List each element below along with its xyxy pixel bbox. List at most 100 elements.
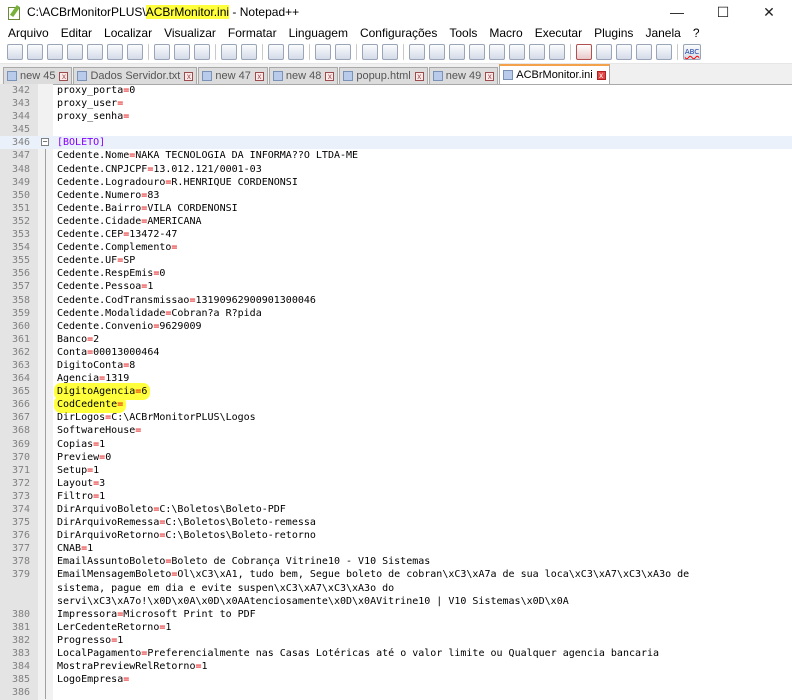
ini-key: LogoEmpresa xyxy=(57,674,124,686)
file-tab[interactable]: Dados Servidor.txt x xyxy=(73,67,198,84)
indent-guide-icon[interactable] xyxy=(449,44,465,60)
code-line: 366 CodCedente= xyxy=(0,398,792,412)
paste-icon[interactable] xyxy=(194,44,210,60)
doc-map-icon[interactable] xyxy=(489,44,505,60)
code-line: 363 DigitoConta=8 xyxy=(0,358,792,373)
ini-key: Cedente.Numero xyxy=(57,189,142,201)
tab-close-icon[interactable]: x xyxy=(485,71,495,81)
line-content: LocalPagamento=Preferencialmente nas Cas… xyxy=(53,647,792,660)
word-wrap-icon[interactable] xyxy=(409,44,425,60)
fold-marker xyxy=(38,149,53,163)
menu-item[interactable]: Macro xyxy=(483,26,528,40)
menu-item[interactable]: Visualizar xyxy=(158,26,222,40)
file-icon xyxy=(432,71,443,81)
toolbar-separator xyxy=(677,44,678,60)
zoom-in-icon[interactable] xyxy=(315,44,331,60)
code-line: 362 Conta=00013000464 xyxy=(0,345,792,359)
print-icon[interactable] xyxy=(127,44,143,60)
menu-item[interactable]: Linguagem xyxy=(283,26,354,40)
line-number: 362 xyxy=(11,346,30,358)
ini-value: R.HENRIQUE CORDENONSI xyxy=(171,176,298,188)
new-file-icon[interactable] xyxy=(7,44,23,60)
copy-icon[interactable] xyxy=(174,44,190,60)
tab-close-icon[interactable]: x xyxy=(325,71,335,81)
line-number: 374 xyxy=(11,504,30,515)
save-all-icon[interactable] xyxy=(67,44,83,60)
monitoring-icon[interactable] xyxy=(549,44,565,60)
file-tab[interactable]: popup.html x xyxy=(339,67,428,84)
ini-equals: = xyxy=(135,425,142,437)
menu-item[interactable]: Plugins xyxy=(588,26,639,40)
tab-close-icon[interactable]: x xyxy=(184,71,194,81)
stop-macro-icon[interactable] xyxy=(596,44,612,60)
menu-item[interactable]: Editar xyxy=(55,26,98,40)
redo-icon[interactable] xyxy=(241,44,257,60)
menu-item[interactable]: Tools xyxy=(443,26,483,40)
file-tab[interactable]: new 47 x xyxy=(198,67,268,84)
ini-key: Banco xyxy=(57,333,88,345)
maximize-button[interactable]: ☐ xyxy=(700,0,746,24)
line-content: Cedente.Modalidade=Cobran?a R?pida xyxy=(53,307,792,320)
replace-icon[interactable] xyxy=(288,44,304,60)
cut-icon[interactable] xyxy=(154,44,170,60)
menu-item[interactable]: Janela xyxy=(639,26,686,40)
line-content: DigitoAgencia=6 xyxy=(53,385,792,398)
record-macro-icon[interactable] xyxy=(576,44,592,60)
fold-marker[interactable]: − xyxy=(38,136,53,149)
minimize-button[interactable]: — xyxy=(654,0,700,24)
line-number: 366 xyxy=(11,399,30,411)
fold-toggle-icon[interactable]: − xyxy=(41,138,49,147)
fold-marker xyxy=(38,516,53,530)
play-macro-icon[interactable] xyxy=(616,44,632,60)
code-line: 384 MostraPreviewRelRetorno=1 xyxy=(0,660,792,674)
save-macro-icon[interactable] xyxy=(656,44,672,60)
fold-marker xyxy=(38,411,53,425)
tab-close-icon[interactable]: x xyxy=(59,71,69,81)
menu-item[interactable]: Arquivo xyxy=(0,26,55,40)
tab-close-icon[interactable]: x xyxy=(414,71,424,81)
file-tab[interactable]: ACBrMonitor.ini x xyxy=(499,64,610,84)
close-button[interactable]: ✕ xyxy=(746,0,792,24)
file-tab[interactable]: new 49 x xyxy=(428,67,499,84)
tab-label: new 47 xyxy=(215,70,251,82)
menu-item[interactable]: Configurações xyxy=(354,26,443,40)
function-list-icon[interactable] xyxy=(509,44,525,60)
run-macro-multiple-icon[interactable] xyxy=(636,44,652,60)
ini-value: AMERICANA xyxy=(147,215,202,227)
save-icon[interactable] xyxy=(47,44,63,60)
fold-marker xyxy=(38,293,53,307)
menu-item[interactable]: Executar xyxy=(529,26,588,40)
code-line: 347 Cedente.Nome=NAKA TECNOLOGIA DA INFOR… xyxy=(0,149,792,163)
language-icon[interactable] xyxy=(469,44,485,60)
close-all-icon[interactable] xyxy=(107,44,123,60)
file-tab[interactable]: new 45 x xyxy=(3,67,73,84)
folder-workspace-icon[interactable] xyxy=(529,44,545,60)
ini-key: CodCedente xyxy=(57,399,118,411)
editor[interactable]: 342 proxy_porta=0 343 proxy_user= 344 proxy_s… xyxy=(0,84,792,700)
file-tab[interactable]: new 48 x xyxy=(268,67,339,84)
menu-item[interactable]: Formatar xyxy=(222,26,283,40)
close-file-icon[interactable] xyxy=(87,44,103,60)
spell-check-icon[interactable]: ABC xyxy=(683,44,701,60)
ini-key: LerCedenteRetorno xyxy=(57,621,160,633)
sync-horizontal-icon[interactable] xyxy=(382,44,398,60)
window-title: C:\ACBrMonitorPLUS\ACBrMonitor.ini - Not… xyxy=(27,5,299,19)
sync-vertical-icon[interactable] xyxy=(362,44,378,60)
show-all-chars-icon[interactable] xyxy=(429,44,445,60)
fold-marker xyxy=(38,97,53,110)
tab-close-icon[interactable]: x xyxy=(254,71,264,81)
ini-key: Cedente.Nome xyxy=(57,150,130,162)
tab-close-icon[interactable]: x xyxy=(596,70,606,80)
ini-key: DirArquivoBoleto xyxy=(57,504,154,515)
zoom-out-icon[interactable] xyxy=(335,44,351,60)
open-file-icon[interactable] xyxy=(27,44,43,60)
find-icon[interactable] xyxy=(268,44,284,60)
menu-item[interactable]: Localizar xyxy=(98,26,158,40)
tab-label: popup.html xyxy=(356,70,411,82)
line-content xyxy=(53,123,792,136)
menu-item[interactable]: ? xyxy=(687,26,706,40)
line-number: 358 xyxy=(11,294,30,306)
line-number: 372 xyxy=(11,477,30,489)
undo-icon[interactable] xyxy=(221,44,237,60)
line-number: 361 xyxy=(11,333,30,345)
